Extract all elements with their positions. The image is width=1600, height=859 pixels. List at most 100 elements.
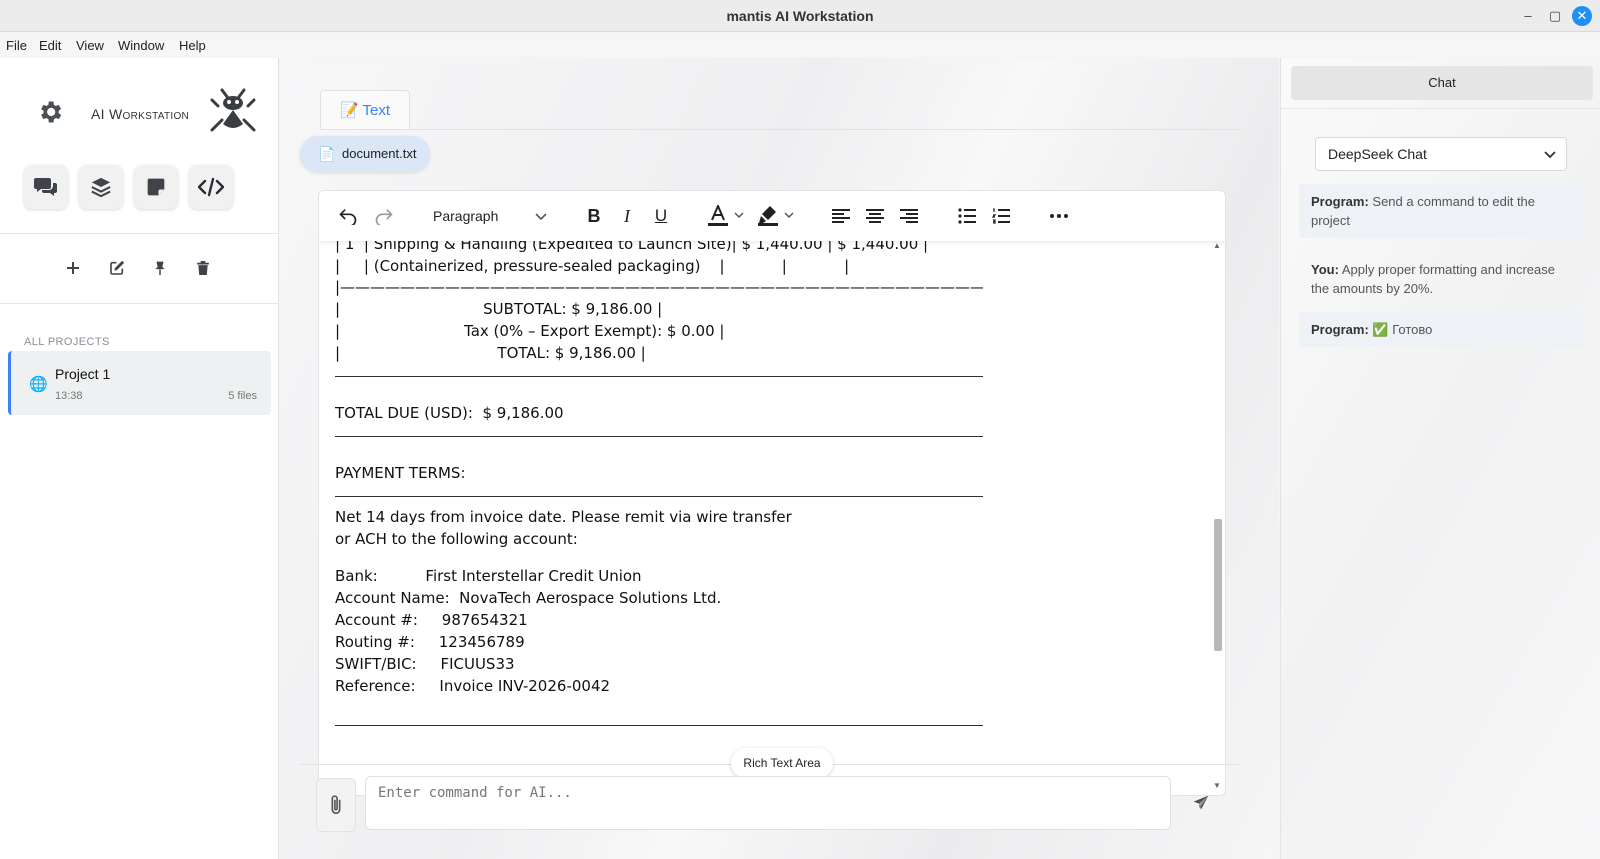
tab-chat[interactable]: Chat <box>1291 66 1593 100</box>
underline-icon: U <box>654 206 668 225</box>
bold-button[interactable]: B <box>584 205 604 227</box>
rich-text-editor[interactable]: Paragraph B I U | 1 | Shipping & Handlin… <box>318 190 1226 796</box>
attach-button[interactable] <box>316 778 356 832</box>
bullet-list-icon <box>958 208 976 224</box>
text-line: Net 14 days from invoice date. Please re… <box>335 508 792 526</box>
text-line: or ACH to the following account: <box>335 530 578 548</box>
send-button[interactable] <box>1186 788 1216 818</box>
message-sender: You: <box>1311 262 1339 277</box>
message-sender: Program: <box>1311 322 1369 337</box>
numbered-list-icon <box>992 208 1010 224</box>
horizontal-rule <box>335 725 983 726</box>
sticky-note-icon <box>147 178 165 196</box>
chat-panel: Chat DeepSeek Chat Program: Send a comma… <box>1280 58 1600 859</box>
undo-button[interactable] <box>337 205 359 227</box>
tab-text[interactable]: 📝 Text <box>320 90 410 130</box>
more-options-button[interactable] <box>1049 205 1069 227</box>
text-line: |———————————————————————————————————————… <box>335 278 983 296</box>
redo-button[interactable] <box>373 205 395 227</box>
align-right-button[interactable] <box>899 205 919 227</box>
editor-scrollbar[interactable]: ▲ ▼ <box>1212 241 1224 793</box>
text-line: Account #: 987654321 <box>335 611 528 629</box>
align-center-icon <box>866 209 884 223</box>
highlight-color-button[interactable] <box>757 205 797 227</box>
menu-bar: File Edit View Window Help <box>0 33 1600 57</box>
menu-help[interactable]: Help <box>179 38 206 53</box>
editor-area: 📝 Text 📄 document.txt Paragraph B I U | … <box>280 58 1279 859</box>
text-line: Account Name: NovaTech Aerospace Solutio… <box>335 589 722 607</box>
chat-message: Program: ✅ Готово <box>1299 312 1585 347</box>
project-time: 13:38 <box>55 390 83 402</box>
message-sender: Program: <box>1311 194 1369 209</box>
bold-icon: B <box>587 205 601 226</box>
nav-code-button[interactable] <box>189 165 233 209</box>
align-left-icon <box>832 209 850 223</box>
menu-view[interactable]: View <box>76 38 104 53</box>
menu-edit[interactable]: Edit <box>39 38 61 53</box>
trash-icon <box>197 261 209 275</box>
menu-file[interactable]: File <box>6 38 27 53</box>
model-select-value: DeepSeek Chat <box>1328 146 1427 162</box>
gear-icon[interactable] <box>36 98 64 126</box>
italic-icon: I <box>624 205 630 226</box>
edit-project-button[interactable] <box>108 259 126 277</box>
text-color-button[interactable] <box>707 205 747 227</box>
text-line: Bank: First Interstellar Credit Union <box>335 567 642 585</box>
file-icon: 📄 <box>318 146 336 162</box>
message-text: Apply proper formatting and increase the… <box>1311 262 1555 296</box>
text-line: | SUBTOTAL: $ 9,186.00 | <box>335 300 663 318</box>
horizontal-rule <box>335 496 983 497</box>
maximize-icon[interactable]: ▢ <box>1546 7 1564 25</box>
editor-toolbar: Paragraph B I U <box>319 191 1225 241</box>
nav-layers-button[interactable] <box>79 165 123 209</box>
text-line: Routing #: 123456789 <box>335 633 525 651</box>
text-line: | | (Containerized, pressure-sealed pack… <box>335 257 850 275</box>
mantis-logo-icon <box>210 88 256 132</box>
undo-icon <box>339 209 357 225</box>
chevron-down-icon <box>535 202 547 230</box>
sidebar-divider <box>0 233 279 234</box>
chevron-down-icon <box>1544 138 1556 170</box>
command-input[interactable] <box>365 776 1171 830</box>
globe-icon: 🌐 <box>29 376 48 393</box>
highlighter-icon <box>758 206 794 226</box>
redo-icon <box>375 209 393 225</box>
model-select[interactable]: DeepSeek Chat <box>1315 137 1567 171</box>
add-project-button[interactable] <box>64 259 82 277</box>
align-left-button[interactable] <box>831 205 851 227</box>
chat-divider <box>1281 108 1600 109</box>
rich-text-area-tooltip: Rich Text Area <box>731 748 833 778</box>
align-center-button[interactable] <box>865 205 885 227</box>
block-format-value: Paragraph <box>433 208 499 224</box>
window-title: mantis AI Workstation <box>726 8 874 24</box>
bullet-list-button[interactable] <box>957 205 977 227</box>
pin-icon <box>155 261 165 275</box>
horizontal-rule <box>335 376 983 377</box>
underline-button[interactable]: U <box>651 205 671 227</box>
sidebar-divider <box>0 303 279 304</box>
pin-project-button[interactable] <box>151 259 169 277</box>
italic-button[interactable]: I <box>617 205 637 227</box>
project-file-count: 5 files <box>228 390 257 402</box>
title-bar: mantis AI Workstation – ▢ ✕ <box>0 0 1600 32</box>
file-tab[interactable]: 📄 document.txt <box>300 136 430 172</box>
sidebar: AI Workstation ALL PROJECTS 🌐 Project 1 … <box>0 58 279 859</box>
menu-window[interactable]: Window <box>118 38 164 53</box>
chat-bubbles-icon <box>34 178 57 196</box>
scroll-up-icon[interactable]: ▲ <box>1213 241 1221 250</box>
edit-icon <box>110 261 124 275</box>
block-format-select[interactable]: Paragraph <box>429 202 551 230</box>
delete-project-button[interactable] <box>194 259 212 277</box>
text-line: SWIFT/BIC: FICUUS33 <box>335 655 515 673</box>
nav-chat-button[interactable] <box>24 165 68 209</box>
numbered-list-button[interactable] <box>991 205 1011 227</box>
plus-icon <box>67 262 79 274</box>
nav-notes-button[interactable] <box>134 165 178 209</box>
send-icon <box>1193 795 1209 810</box>
minimize-icon[interactable]: – <box>1519 7 1537 25</box>
close-icon[interactable]: ✕ <box>1572 6 1592 26</box>
scroll-thumb[interactable] <box>1214 519 1222 651</box>
layers-icon <box>91 177 111 198</box>
text-line: | Tax (0% – Export Exempt): $ 0.00 | <box>335 322 725 340</box>
project-item[interactable]: 🌐 Project 1 13:38 5 files <box>8 351 271 415</box>
